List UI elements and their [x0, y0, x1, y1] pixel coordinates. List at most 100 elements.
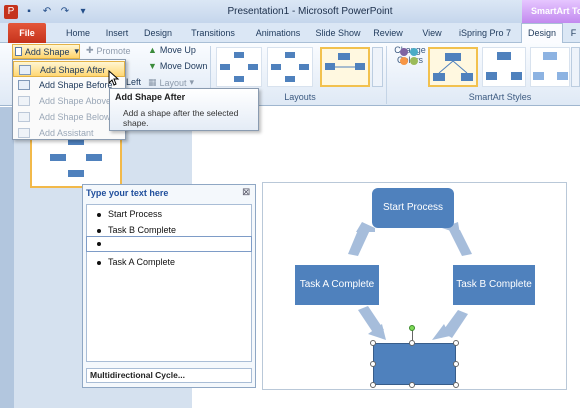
close-icon[interactable]: ⊠ [242, 187, 250, 198]
add-shape-after-icon [19, 65, 31, 75]
menu-item-label: Add Shape Below [39, 112, 111, 122]
layouts-gallery-scroll[interactable] [372, 47, 383, 87]
slides-pane-strip [0, 107, 14, 408]
arrow-up-icon: ▲ [148, 45, 157, 55]
resize-handle[interactable] [370, 382, 376, 388]
resize-handle[interactable] [409, 340, 415, 346]
layout-button[interactable]: ▦ Layout ▾ [148, 77, 194, 88]
resize-handle[interactable] [370, 340, 376, 346]
promote-icon: ✚ [86, 45, 94, 55]
list-item[interactable]: Task B Complete [97, 223, 176, 237]
tab-view[interactable]: View [415, 23, 449, 43]
tab-ispring[interactable]: iSpring Pro 7 [454, 23, 516, 43]
ribbon-separator [386, 46, 387, 104]
resize-handle[interactable] [453, 382, 459, 388]
text-pane-title: Type your text here [86, 188, 169, 198]
chevron-down-icon: ▾ [74, 46, 79, 56]
rotate-handle[interactable] [409, 325, 415, 331]
resize-handle[interactable] [453, 361, 459, 367]
layout-thumb-icon [325, 53, 365, 70]
cursor-icon [108, 70, 120, 86]
resize-handle[interactable] [370, 361, 376, 367]
resize-handle[interactable] [453, 340, 459, 346]
list-item-text: Start Process [108, 209, 163, 219]
layout-label: Layout [159, 77, 187, 88]
smartart-style-2[interactable] [482, 47, 526, 87]
menu-item-label: Add Shape Above [39, 96, 112, 106]
menu-item-label: Add Assistant [39, 128, 94, 138]
tooltip: Add Shape After Add a shape after the se… [109, 88, 259, 131]
tab-slide-show[interactable]: Slide Show [313, 23, 363, 43]
tab-review[interactable]: Review [368, 23, 408, 43]
tab-insert[interactable]: Insert [101, 23, 133, 43]
undo-icon[interactable]: ↶ [40, 5, 54, 19]
tab-home[interactable]: Home [60, 23, 96, 43]
arrow-start-to-a [348, 230, 370, 256]
layout-option-2[interactable] [267, 47, 313, 87]
window-title: Presentation1 - Microsoft PowerPoint [227, 6, 393, 17]
smartart-style-1[interactable] [428, 47, 478, 87]
list-item[interactable]: Start Process [97, 207, 162, 221]
arrow-start-to-b [448, 228, 472, 256]
customize-icon[interactable]: ▾ [76, 5, 90, 19]
tab-file[interactable]: File [8, 23, 46, 43]
promote-label: Promote [96, 45, 131, 56]
color-palette-icon [400, 48, 418, 65]
chevron-down-icon: ▾ [189, 77, 195, 87]
redo-icon[interactable]: ↷ [58, 5, 72, 19]
tooltip-body: Add a shape after the selected shape. [123, 108, 239, 128]
tab-transitions[interactable]: Transitions [184, 23, 242, 43]
smartart-node-task-b[interactable]: Task B Complete [453, 265, 535, 305]
layout-option-1[interactable] [216, 47, 262, 87]
layout-thumb-icon [220, 52, 258, 82]
bullet-icon [97, 228, 101, 233]
styles-gallery-scroll[interactable] [571, 47, 580, 87]
save-icon[interactable]: ▪ [22, 5, 36, 19]
add-shape-below-icon [18, 112, 30, 122]
style-thumb-icon [486, 52, 522, 80]
list-item-text: Task B Complete [108, 225, 177, 235]
promote-button[interactable]: ✚ Promote [86, 45, 131, 56]
smartart-node-new-shape[interactable] [373, 343, 456, 385]
smartart-node-task-a[interactable]: Task A Complete [295, 265, 379, 305]
powerpoint-icon[interactable]: P [4, 4, 18, 19]
style-thumb-icon [533, 52, 568, 80]
add-shape-above-icon [18, 96, 30, 106]
smartart-tools-tab: SmartArt Too [522, 0, 580, 23]
layout-icon: ▦ [148, 77, 157, 87]
move-down-label: Move Down [159, 61, 208, 71]
tab-format[interactable]: F [567, 23, 580, 43]
move-down-button[interactable]: ▼ Move Down [148, 61, 207, 71]
menu-item-label: Add Shape Before [39, 80, 113, 90]
move-up-label: Move Up [159, 45, 196, 55]
add-shape-button[interactable]: Add Shape ▾ [12, 44, 80, 59]
add-assistant-icon [18, 128, 30, 138]
right-to-left-button[interactable]: Left [126, 77, 141, 87]
menu-item-label: Add Shape After [40, 65, 106, 75]
resize-handle[interactable] [409, 382, 415, 388]
list-item-text: Task A Complete [108, 257, 176, 267]
arrow-down-icon: ▼ [148, 61, 157, 71]
smartart-node-start-process[interactable]: Start Process [372, 188, 454, 228]
tab-smartart-design[interactable]: Design [521, 23, 563, 44]
add-shape-icon [15, 47, 22, 56]
bullet-icon [97, 242, 101, 246]
bullet-icon [97, 260, 101, 265]
list-item[interactable]: Task A Complete [97, 255, 175, 269]
smartart-style-3[interactable] [530, 47, 570, 87]
style-thumb-icon [433, 53, 473, 81]
text-pane-active-item[interactable] [86, 236, 252, 252]
quick-access-toolbar: P ▪ ↶ ↷ ▾ [4, 3, 90, 20]
tab-animations[interactable]: Animations [250, 23, 306, 43]
tab-design[interactable]: Design [140, 23, 176, 43]
layout-thumb-icon [271, 52, 309, 82]
layout-option-multidirectional-cycle[interactable] [320, 47, 370, 87]
add-shape-before-icon [18, 80, 30, 90]
right-to-left-label: Left [126, 77, 142, 87]
change-colors-button[interactable]: Change Colors [392, 45, 428, 89]
move-up-button[interactable]: ▲ Move Up [148, 45, 196, 55]
add-shape-label: Add Shape [24, 46, 70, 57]
smartart-styles-group-label: SmartArt Styles [468, 92, 532, 102]
text-pane-list: Start Process Task B Complete Task A Com… [86, 204, 252, 362]
text-pane-footer-link[interactable]: Multidirectional Cycle... [86, 368, 252, 383]
